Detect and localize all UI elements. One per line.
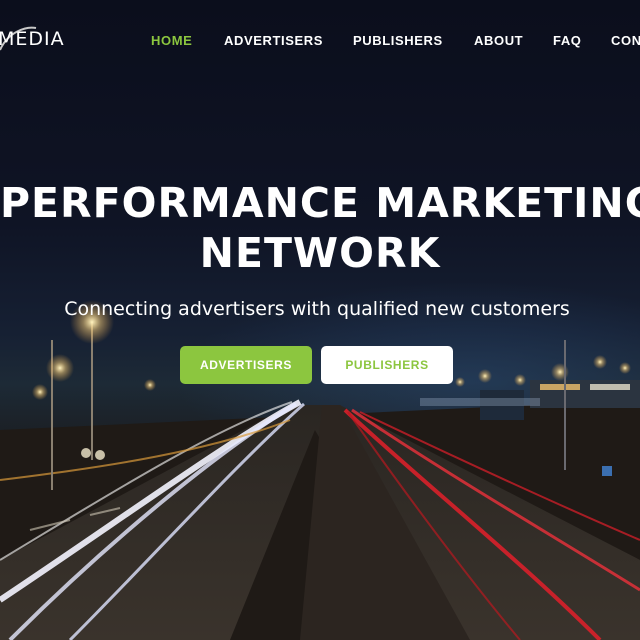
advertisers-cta-button[interactable]: ADVERTISERS xyxy=(180,346,312,384)
nav-advertisers[interactable]: ADVERTISERS xyxy=(224,33,323,48)
top-navigation: MEDIA HOME ADVERTISERS PUBLISHERS ABOUT … xyxy=(0,0,640,80)
brand-logo[interactable]: MEDIA xyxy=(0,24,65,54)
nav-faq[interactable]: FAQ xyxy=(553,33,582,48)
highway-night-photo xyxy=(0,300,640,640)
nav-about[interactable]: ABOUT xyxy=(474,33,523,48)
nav-publishers[interactable]: PUBLISHERS xyxy=(353,33,443,48)
nav-home[interactable]: HOME xyxy=(151,33,192,48)
hero-subtitle: Connecting advertisers with qualified ne… xyxy=(64,298,570,320)
logo-text: MEDIA xyxy=(0,28,65,50)
hero-headline: PERFORMANCE MARKETING NETWORK xyxy=(0,178,640,278)
nav-contact[interactable]: CON xyxy=(611,33,640,48)
headline-line-1: PERFORMANCE MARKETING xyxy=(0,179,640,227)
headline-line-2: NETWORK xyxy=(199,229,441,277)
hero-background xyxy=(0,0,640,640)
publishers-cta-button[interactable]: PUBLISHERS xyxy=(321,346,453,384)
